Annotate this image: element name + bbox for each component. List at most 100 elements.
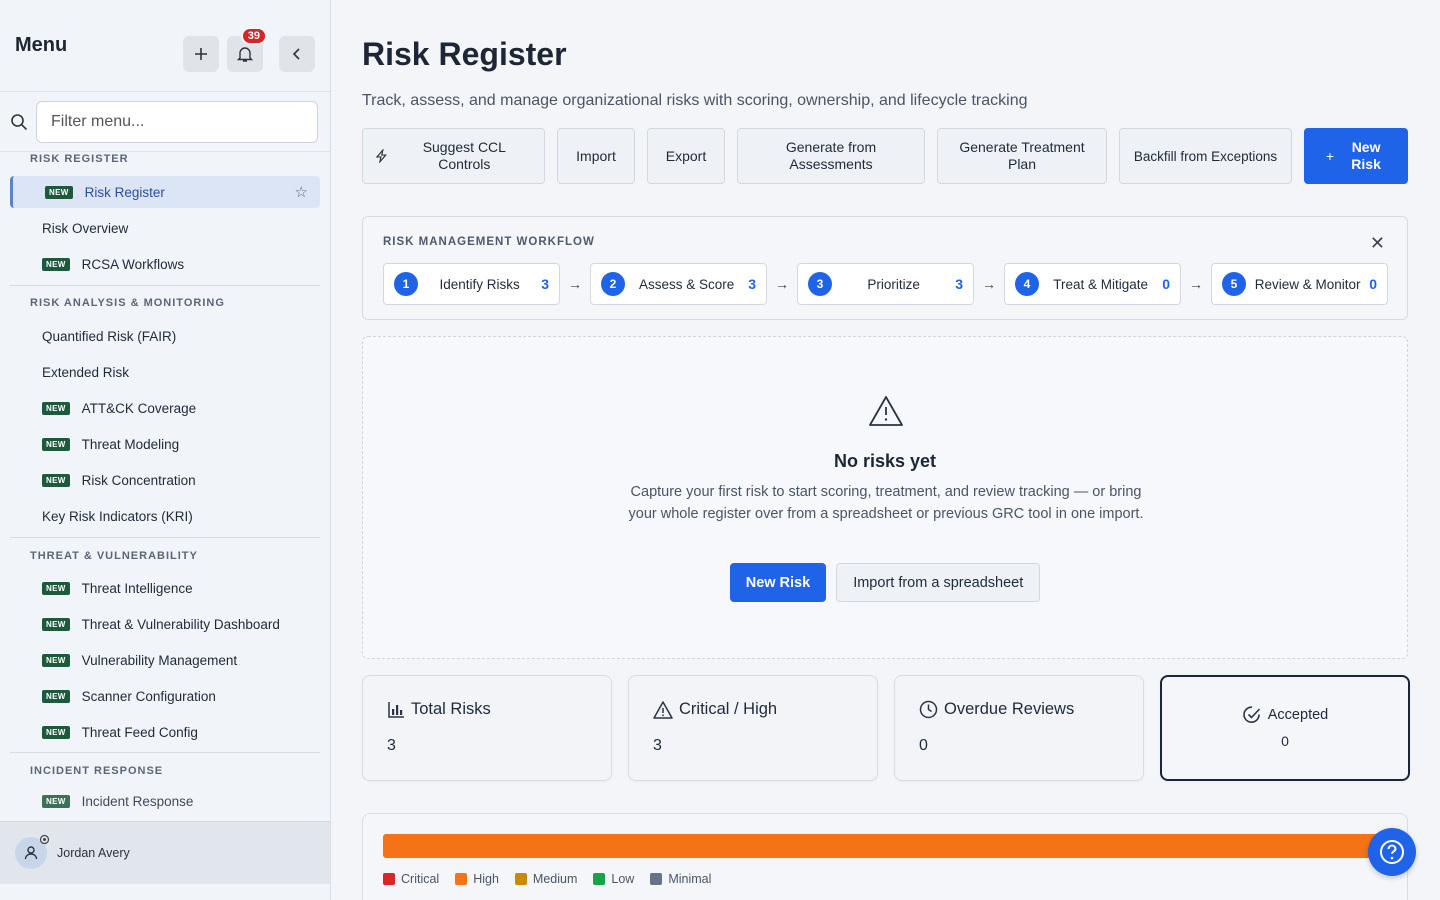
arrow-right-icon: →	[982, 276, 996, 292]
workflow-step[interactable]: 4 Treat & Mitigate 0	[1004, 263, 1181, 305]
step-count: 3	[955, 276, 963, 292]
stat-value: 3	[653, 737, 662, 754]
empty-state-text: Capture your first risk to start scoring…	[628, 484, 1144, 522]
workflow-step[interactable]: 3 Prioritize 3	[797, 263, 974, 305]
workflow-step[interactable]: 1 Identify Risks 3	[383, 263, 560, 305]
legend-label: Minimal	[668, 872, 712, 886]
close-icon[interactable]: ✕	[1370, 233, 1385, 254]
sidebar-item-label: Quantified Risk (FAIR)	[42, 328, 177, 344]
workflow-steps: 1 Identify Risks 3 → 2 Assess & Score 3 …	[383, 263, 1388, 305]
stat-label-text: Accepted	[1267, 707, 1329, 723]
risk-distribution-panel: Critical High Medium Low Minimal	[362, 813, 1408, 900]
new-tag: NEW	[45, 185, 73, 199]
stat-label-text: Total Risks	[411, 700, 491, 718]
new-risk-button[interactable]: New Risk	[729, 563, 827, 602]
sidebar-item-vuln-management[interactable]: NEW Vulnerability Management	[0, 642, 330, 678]
user-profile[interactable]: Jordan Avery	[0, 821, 330, 884]
plus-icon	[195, 48, 207, 60]
step-count: 3	[748, 276, 756, 292]
generate-treatment-plan-button[interactable]: Generate Treatment Plan	[937, 128, 1107, 184]
sidebar-item-attck-coverage[interactable]: NEW ATT&CK Coverage	[0, 390, 330, 426]
new-tag: NEW	[42, 473, 70, 487]
new-tag: NEW	[42, 725, 70, 739]
legend-swatch	[383, 873, 395, 885]
sidebar-item-extended-risk[interactable]: Extended Risk	[0, 354, 330, 390]
sidebar-item-risk-register[interactable]: NEW Risk Register ☆	[10, 176, 320, 208]
arrow-right-icon: →	[568, 276, 582, 292]
stat-label: Overdue Reviews	[919, 700, 1074, 719]
workflow-step[interactable]: 2 Assess & Score 3	[590, 263, 767, 305]
filter-bar	[0, 92, 330, 152]
button-label: Generate from Assessments	[785, 139, 877, 172]
legend-item: Low	[593, 872, 634, 886]
export-button[interactable]: Export	[647, 128, 725, 184]
step-number: 4	[1015, 272, 1039, 296]
legend-label: Critical	[401, 872, 440, 886]
new-tag: NEW	[42, 617, 70, 631]
sidebar-item-scanner-config[interactable]: NEW Scanner Configuration	[0, 678, 330, 714]
sidebar-item-label: Threat Modeling	[81, 436, 180, 452]
stat-label: Accepted	[1162, 705, 1408, 725]
main-content: Risk Register Track, assess, and manage …	[331, 0, 1440, 900]
stat-card-critical-high[interactable]: Critical / High 3	[628, 675, 878, 781]
sidebar-item-label: Risk Overview	[42, 220, 129, 236]
sidebar-item-threat-modeling[interactable]: NEW Threat Modeling	[0, 426, 330, 462]
sidebar-item-threat-vuln-dashboard[interactable]: NEW Threat & Vulnerability Dashboard	[0, 606, 330, 642]
new-risk-button[interactable]: + New Risk	[1304, 128, 1408, 184]
user-name: Jordan Avery	[57, 846, 130, 860]
legend-label: Medium	[532, 872, 578, 886]
button-label: Import	[576, 147, 616, 164]
star-icon[interactable]: ☆	[295, 183, 308, 201]
page-title: Risk Register	[362, 36, 567, 72]
sidebar-item-risk-overview[interactable]: Risk Overview	[0, 210, 330, 246]
filter-menu-input[interactable]	[36, 100, 318, 143]
sidebar-item-threat-intelligence[interactable]: NEW Threat Intelligence	[0, 570, 330, 606]
collapse-sidebar-button[interactable]	[279, 36, 315, 72]
step-label: Review & Monitor	[1254, 276, 1361, 292]
step-count: 0	[1369, 276, 1377, 292]
action-toolbar: Suggest CCL Controls Import Export Gener…	[362, 128, 1408, 184]
stat-card-overdue-reviews[interactable]: Overdue Reviews 0	[894, 675, 1144, 781]
avatar	[15, 834, 50, 869]
stat-label-text: Overdue Reviews	[944, 700, 1075, 718]
sidebar: Menu 39 RISK REGISTER NEW Risk Register …	[0, 0, 331, 900]
sidebar-item-label: Key Risk Indicators (KRI)	[42, 508, 193, 524]
arrow-right-icon: →	[775, 276, 789, 292]
sidebar-item-incident-response[interactable]: NEW Incident Response	[0, 783, 330, 819]
legend-item: Minimal	[650, 872, 711, 886]
warning-triangle-icon	[869, 396, 903, 426]
plus-icon: +	[1325, 147, 1335, 164]
sidebar-item-label: Risk Concentration	[81, 472, 196, 488]
notification-badge: 39	[240, 27, 267, 45]
step-label: Identify Risks	[439, 276, 520, 292]
step-number: 2	[601, 272, 625, 296]
legend-swatch	[593, 873, 606, 885]
sidebar-item-risk-concentration[interactable]: NEW Risk Concentration	[0, 462, 330, 498]
notifications-button[interactable]: 39	[227, 27, 267, 72]
sidebar-item-threat-feed-config[interactable]: NEW Threat Feed Config	[0, 714, 330, 750]
stat-card-total-risks[interactable]: Total Risks 3	[362, 675, 612, 781]
stat-card-accepted[interactable]: Accepted 0	[1160, 675, 1410, 781]
generate-from-assessments-button[interactable]: Generate from Assessments	[737, 128, 925, 184]
backfill-from-exceptions-button[interactable]: Backfill from Exceptions	[1119, 128, 1292, 184]
stat-label-text: Critical / High	[679, 700, 778, 718]
nav-group-title: RISK REGISTER	[30, 153, 129, 165]
new-tag: NEW	[42, 401, 70, 415]
empty-state: No risks yet Capture your first risk to …	[362, 336, 1408, 659]
settings-gear-icon	[39, 834, 50, 845]
import-spreadsheet-button[interactable]: Import from a spreadsheet	[836, 563, 1041, 602]
sidebar-item-rcsa-workflows[interactable]: NEW RCSA Workflows	[0, 246, 330, 282]
sidebar-item-kri[interactable]: Key Risk Indicators (KRI)	[0, 498, 330, 534]
step-count: 3	[541, 276, 549, 292]
lightning-icon	[375, 149, 388, 163]
help-button[interactable]	[1368, 828, 1416, 876]
sidebar-item-quantified-risk[interactable]: Quantified Risk (FAIR)	[0, 318, 330, 354]
suggest-ccl-controls-button[interactable]: Suggest CCL Controls	[362, 128, 545, 184]
nav-group-title: INCIDENT RESPONSE	[30, 765, 164, 777]
workflow-step[interactable]: 5 Review & Monitor 0	[1211, 263, 1388, 305]
add-button[interactable]	[183, 36, 219, 72]
page-subtitle: Track, assess, and manage organizational…	[362, 92, 1028, 109]
import-button[interactable]: Import	[557, 128, 635, 184]
legend-swatch	[455, 873, 468, 885]
step-label: Prioritize	[867, 276, 920, 292]
